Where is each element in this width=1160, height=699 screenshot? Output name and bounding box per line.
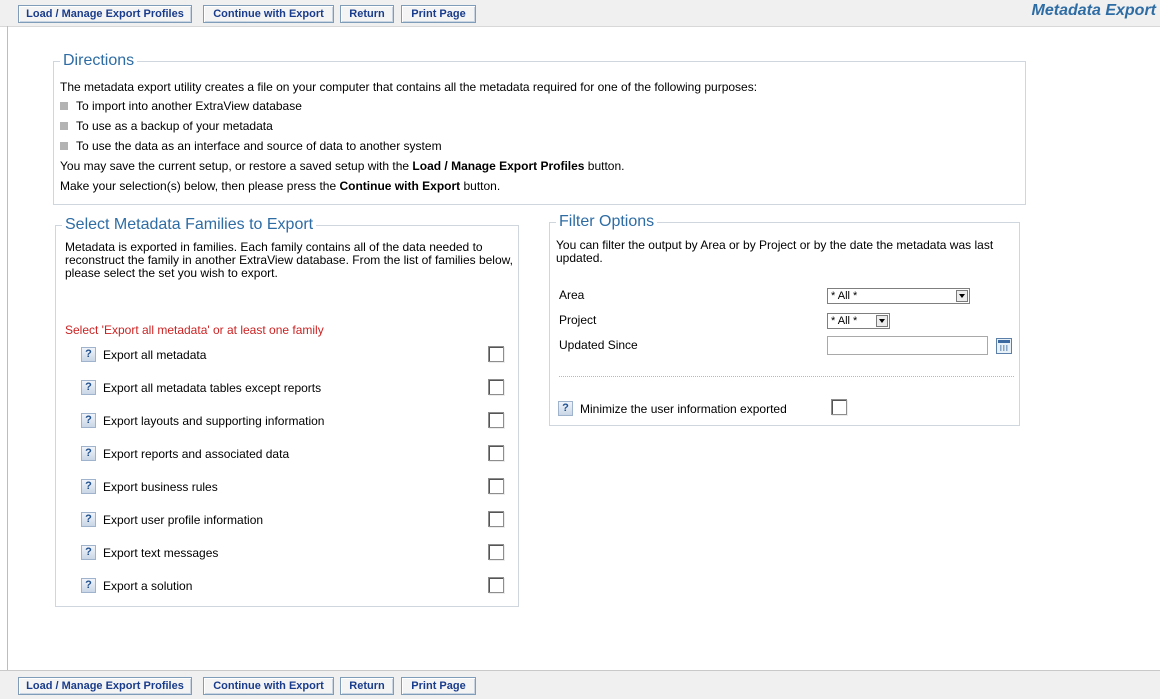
return-button[interactable]: Return (340, 5, 394, 23)
page-title: Metadata Export (1031, 2, 1156, 19)
filter-divider (559, 376, 1014, 377)
help-icon[interactable]: ? (81, 380, 96, 395)
bottom-toolbar: Load / Manage Export Profiles Continue w… (0, 670, 1160, 699)
export-reports-checkbox[interactable] (488, 445, 504, 461)
export-all-metadata-checkbox[interactable] (488, 346, 504, 362)
updated-since-input[interactable] (827, 336, 988, 355)
help-icon[interactable]: ? (81, 413, 96, 428)
families-legend: Select Metadata Families to Export (62, 215, 317, 235)
help-icon[interactable]: ? (81, 545, 96, 560)
families-description: Metadata is exported in families. Each f… (65, 240, 513, 280)
directions-bullet: To use as a backup of your metadata (60, 119, 273, 134)
continue-with-export-button[interactable]: Continue with Export (203, 5, 334, 23)
family-label: Export text messages (103, 546, 219, 560)
export-tables-except-reports-checkbox[interactable] (488, 379, 504, 395)
continue-with-export-button[interactable]: Continue with Export (203, 677, 334, 695)
directions-save-line: You may save the current setup, or resto… (60, 159, 625, 173)
directions-bullet: To use the data as an interface and sour… (60, 139, 442, 154)
family-label: Export layouts and supporting informatio… (103, 414, 325, 428)
print-page-button[interactable]: Print Page (401, 677, 476, 695)
help-icon[interactable]: ? (81, 578, 96, 593)
minimize-row: ? Minimize the user information exported (558, 400, 858, 420)
minimize-user-info-checkbox[interactable] (831, 399, 847, 415)
bullet-icon (60, 142, 68, 150)
project-label: Project (559, 313, 597, 327)
family-row: ? Export reports and associated data (81, 444, 511, 466)
bullet-icon (60, 102, 68, 110)
bullet-icon (60, 122, 68, 130)
family-label: Export all metadata tables except report… (103, 381, 322, 395)
chevron-down-icon (876, 315, 888, 327)
export-user-profile-checkbox[interactable] (488, 511, 504, 527)
family-row: ? Export all metadata (81, 345, 511, 367)
export-text-messages-checkbox[interactable] (488, 544, 504, 560)
family-label: Export a solution (103, 579, 193, 593)
export-business-rules-checkbox[interactable] (488, 478, 504, 494)
family-row: ? Export business rules (81, 477, 511, 499)
left-divider (7, 26, 8, 670)
directions-select-line: Make your selection(s) below, then pleas… (60, 179, 501, 193)
families-warning: Select 'Export all metadata' or at least… (65, 323, 324, 337)
family-label: Export reports and associated data (103, 447, 290, 461)
family-label: Export all metadata (103, 348, 207, 362)
directions-panel: Directions The metadata export utility c… (53, 51, 1026, 205)
help-icon[interactable]: ? (81, 512, 96, 527)
export-layouts-checkbox[interactable] (488, 412, 504, 428)
help-icon[interactable]: ? (81, 446, 96, 461)
filter-description: You can filter the output by Area or by … (556, 238, 994, 265)
area-label: Area (559, 288, 585, 302)
updated-since-label: Updated Since (559, 338, 638, 352)
print-page-button[interactable]: Print Page (401, 5, 476, 23)
minimize-label: Minimize the user information exported (580, 402, 787, 416)
family-row: ? Export text messages (81, 543, 511, 565)
filter-panel: Filter Options You can filter the output… (549, 212, 1020, 426)
load-manage-export-profiles-button[interactable]: Load / Manage Export Profiles (18, 5, 192, 23)
families-panel: Select Metadata Families to Export Metad… (55, 215, 519, 607)
family-row: ? Export layouts and supporting informat… (81, 411, 511, 433)
family-row: ? Export a solution (81, 576, 511, 598)
family-label: Export business rules (103, 480, 218, 494)
family-row: ? Export user profile information (81, 510, 511, 532)
area-select[interactable]: * All * (827, 288, 970, 304)
chevron-down-icon (956, 290, 968, 302)
family-row: ? Export all metadata tables except repo… (81, 378, 511, 400)
filter-legend: Filter Options (556, 212, 658, 232)
directions-intro: The metadata export utility creates a fi… (60, 80, 758, 94)
export-solution-checkbox[interactable] (488, 577, 504, 593)
help-icon[interactable]: ? (81, 347, 96, 362)
help-icon[interactable]: ? (81, 479, 96, 494)
top-toolbar: Load / Manage Export Profiles Continue w… (0, 0, 1160, 27)
calendar-icon[interactable] (996, 338, 1012, 354)
return-button[interactable]: Return (340, 677, 394, 695)
help-icon[interactable]: ? (558, 401, 573, 416)
directions-bullet: To import into another ExtraView databas… (60, 99, 302, 114)
family-label: Export user profile information (103, 513, 264, 527)
load-manage-export-profiles-button[interactable]: Load / Manage Export Profiles (18, 677, 192, 695)
directions-legend: Directions (60, 51, 138, 71)
project-select[interactable]: * All * (827, 313, 890, 329)
